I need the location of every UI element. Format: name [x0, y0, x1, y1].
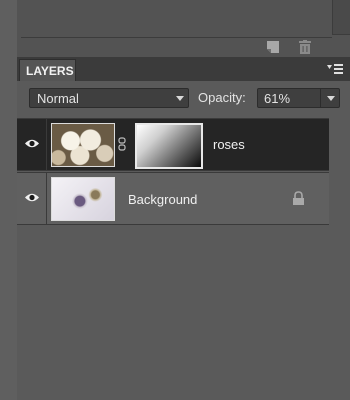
chevron-down-icon[interactable] — [327, 96, 335, 101]
layer-thumbnail[interactable] — [51, 123, 115, 167]
opacity-field[interactable]: 61% — [257, 88, 340, 108]
lock-icon — [293, 191, 304, 205]
opacity-label: Opacity: — [198, 90, 246, 105]
layers-panel: Normal Opacity: 61% roses Background — [17, 81, 350, 400]
layer-thumbnail[interactable] — [51, 177, 115, 221]
top-panel-scrollbar[interactable] — [332, 0, 350, 35]
layer-mask-thumbnail[interactable] — [135, 123, 203, 169]
layer-row-roses[interactable]: roses — [17, 118, 329, 171]
panel-menu-icon[interactable] — [327, 63, 344, 75]
blend-mode-select[interactable]: Normal — [29, 88, 189, 108]
tab-layers[interactable]: LAYERS — [19, 59, 76, 81]
eye-icon — [25, 139, 39, 148]
layer-name[interactable]: Background — [128, 192, 197, 207]
opacity-value: 61% — [264, 91, 291, 106]
visibility-toggle[interactable] — [17, 119, 47, 170]
left-dock-strip — [0, 0, 18, 400]
top-panel-content — [21, 0, 332, 38]
blend-mode-value: Normal — [37, 91, 79, 106]
link-icon[interactable] — [118, 137, 126, 151]
visibility-toggle[interactable] — [17, 173, 47, 224]
opacity-divider — [320, 89, 321, 107]
layer-row-background[interactable]: Background — [17, 172, 329, 225]
eye-icon — [25, 193, 39, 202]
chevron-down-icon — [176, 96, 184, 101]
layer-name[interactable]: roses — [213, 137, 245, 152]
tab-layers-label: LAYERS — [26, 64, 74, 78]
trash-icon[interactable] — [298, 40, 312, 55]
panel-tab-bar: LAYERS — [17, 57, 350, 81]
new-layer-icon[interactable] — [266, 40, 280, 54]
